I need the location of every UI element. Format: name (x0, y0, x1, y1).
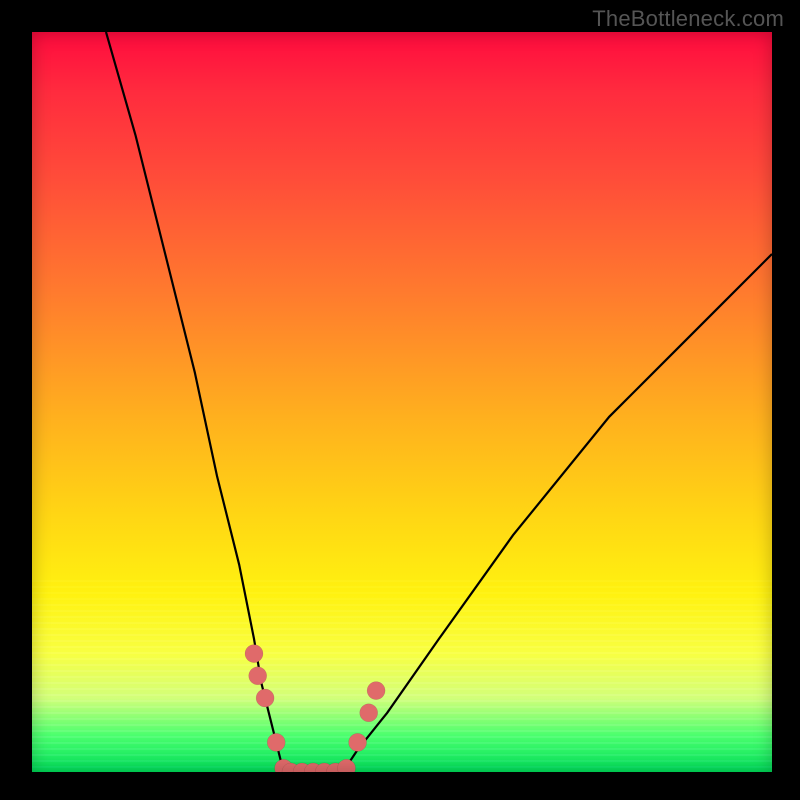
data-marker (367, 682, 385, 700)
plot-area (32, 32, 772, 772)
curve-layer (32, 32, 772, 772)
data-marker (349, 733, 367, 751)
data-marker (338, 759, 356, 772)
data-marker (249, 667, 267, 685)
data-marker (256, 689, 274, 707)
data-marker (360, 704, 378, 722)
chart-stage: TheBottleneck.com (0, 0, 800, 800)
curve-right-branch (343, 254, 772, 772)
data-marker (267, 733, 285, 751)
data-marker (245, 645, 263, 663)
watermark-label: TheBottleneck.com (592, 6, 784, 32)
marker-group (245, 645, 385, 772)
